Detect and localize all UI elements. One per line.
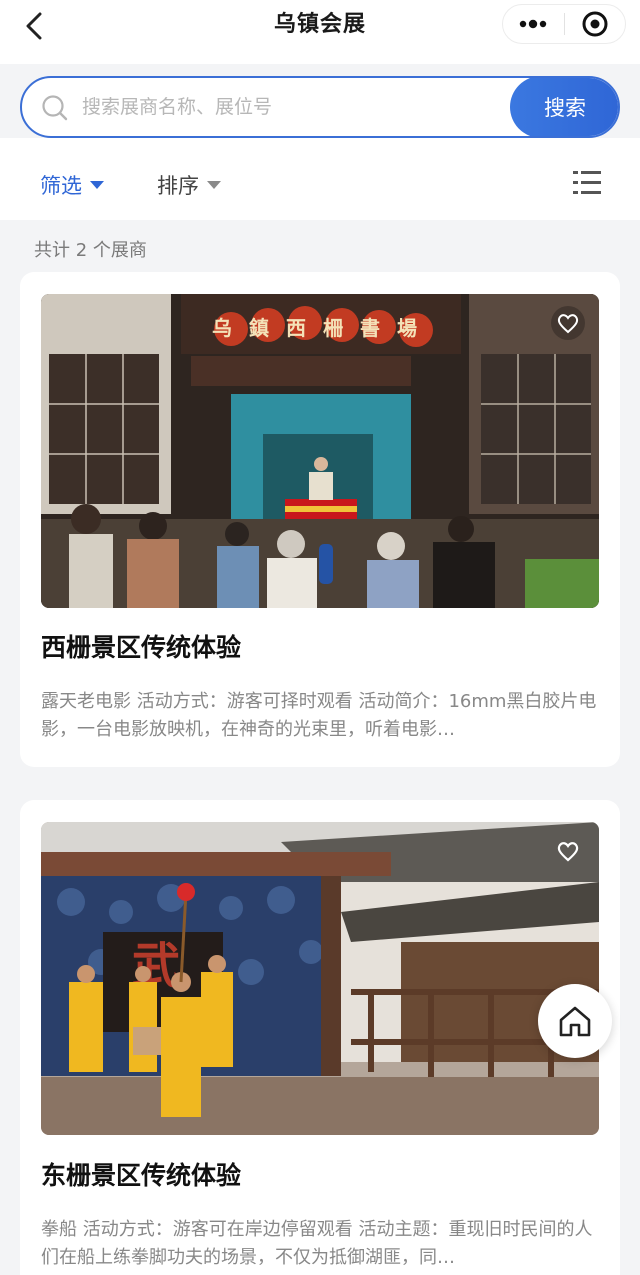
boxing-boat-image: 武 xyxy=(41,822,599,1135)
caret-down-icon xyxy=(207,181,221,189)
heart-outline-icon[interactable] xyxy=(551,834,585,868)
exhibitor-description: 拳船 活动方式：游客可在岸边停留观看 活动主题：重现旧时民间的人们在船上练拳脚功… xyxy=(41,1219,593,1268)
search-input[interactable] xyxy=(82,90,502,124)
filter-label: 筛选 xyxy=(40,174,82,198)
exhibitor-title: 东栅景区传统体验 xyxy=(41,1161,242,1190)
list-view-icon[interactable] xyxy=(572,168,602,198)
search-button[interactable]: 搜索 xyxy=(510,78,618,136)
home-button[interactable] xyxy=(538,984,612,1058)
more-dots-icon xyxy=(520,19,547,29)
result-count: 共计 2 个展商 xyxy=(34,240,147,261)
sort-label: 排序 xyxy=(157,174,199,198)
filter-toolbar: 筛选 排序 xyxy=(0,138,640,220)
more-button[interactable] xyxy=(503,4,564,44)
exhibitor-title: 西栅景区传统体验 xyxy=(41,633,242,662)
storytelling-hall-image: 乌鎮西柵書場 xyxy=(41,294,599,608)
target-close-icon xyxy=(582,11,608,37)
exhibitor-photo: 乌鎮西柵書場 xyxy=(41,294,599,608)
exhibitor-photo: 武 xyxy=(41,822,599,1135)
sort-dropdown[interactable]: 排序 xyxy=(157,170,221,200)
exhibitor-card[interactable]: 乌鎮西柵書場 西栅景区传统体验 露天老电影 活动方式：游客可择时观看 活动简介：… xyxy=(20,272,620,767)
mini-program-capsule xyxy=(502,4,626,44)
home-icon xyxy=(559,1006,591,1037)
filter-dropdown[interactable]: 筛选 xyxy=(40,170,104,200)
hall-sign-text: 乌鎮西柵書場 xyxy=(212,316,434,340)
search-icon xyxy=(42,95,68,121)
search-bar: 搜索 xyxy=(20,76,620,138)
caret-down-icon xyxy=(90,181,104,189)
exhibitor-description: 露天老电影 活动方式：游客可择时观看 活动简介：16mm黑白胶片电影，一台电影放… xyxy=(41,691,597,740)
exhibitor-card[interactable]: 武 东栅景区传统体验 拳船 活动方式：游客可在岸边停留观看 活动主题：重现旧时民… xyxy=(20,800,620,1275)
heart-outline-icon[interactable] xyxy=(551,306,585,340)
close-button[interactable] xyxy=(564,4,625,44)
nav-bar: 乌镇会展 xyxy=(0,0,640,64)
